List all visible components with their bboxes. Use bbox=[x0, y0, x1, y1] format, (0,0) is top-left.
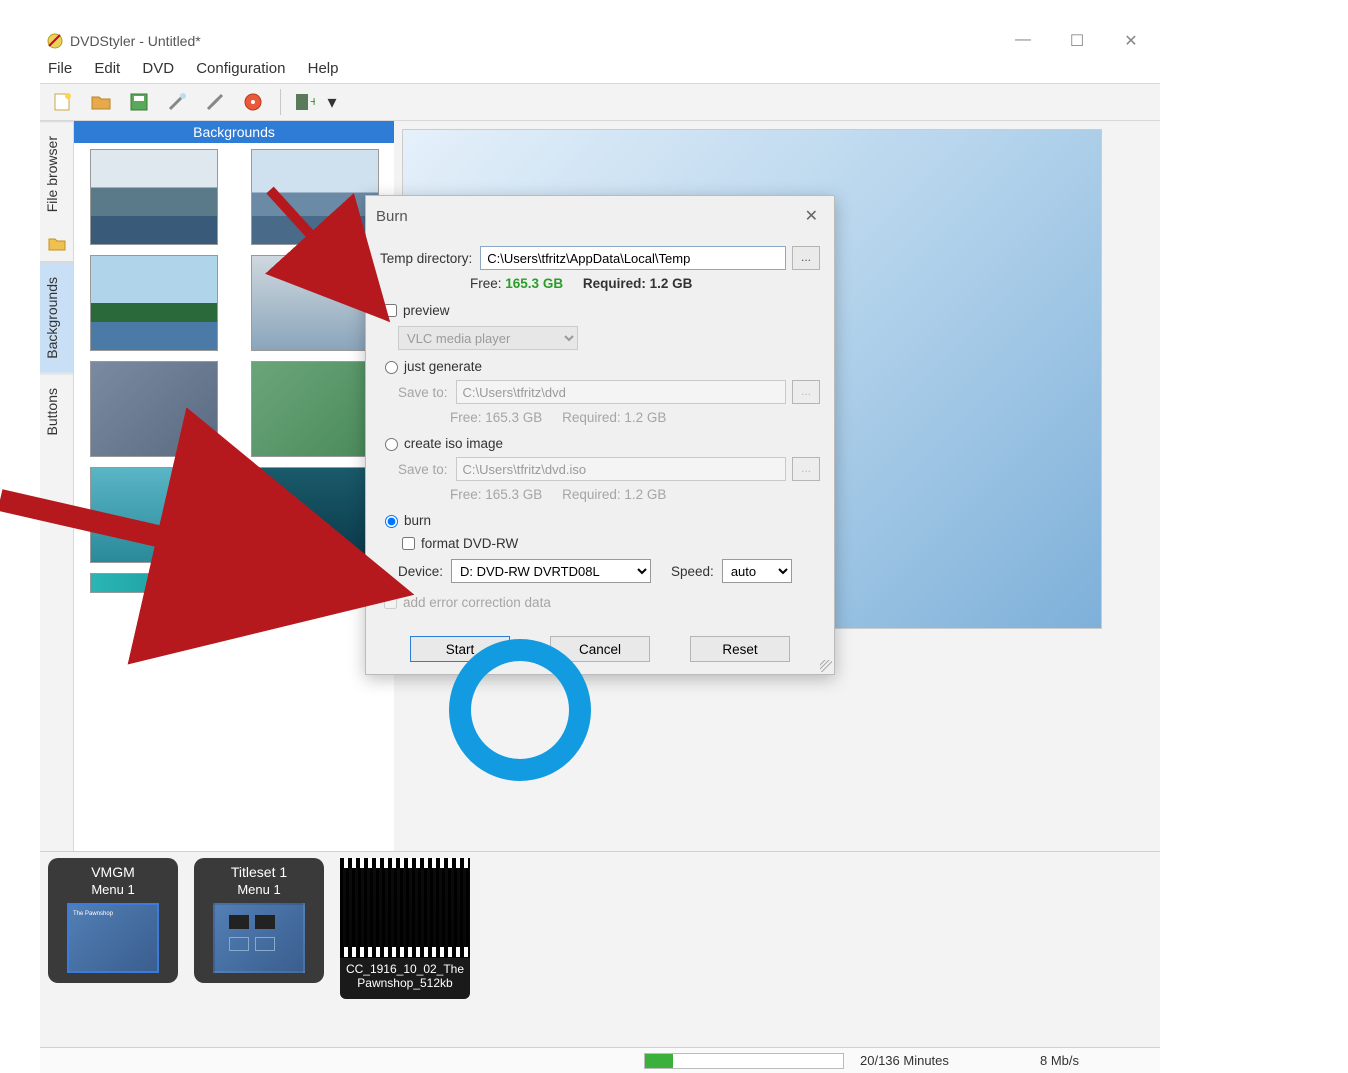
burn-icon[interactable] bbox=[236, 87, 270, 117]
toolbar: + ▾ bbox=[40, 83, 1160, 121]
burn-dialog: Burn ✕ Temp directory: ... Free: 165.3 G… bbox=[365, 195, 835, 675]
tab-folder-icon[interactable] bbox=[40, 226, 73, 262]
background-thumb[interactable] bbox=[90, 149, 218, 245]
menu-edit[interactable]: Edit bbox=[94, 60, 120, 77]
status-bitrate: 8 Mb/s bbox=[1040, 1053, 1160, 1068]
dropdown-arrow-icon[interactable]: ▾ bbox=[325, 87, 339, 117]
menu-dvd[interactable]: DVD bbox=[142, 60, 174, 77]
iso-path-input bbox=[456, 457, 786, 481]
jg-path-input bbox=[456, 380, 786, 404]
window-title: DVDStyler - Untitled* bbox=[70, 33, 1010, 49]
new-icon[interactable] bbox=[46, 87, 80, 117]
tab-file-browser[interactable]: File browser bbox=[40, 121, 73, 226]
jg-saveto-label: Save to: bbox=[398, 385, 448, 400]
background-thumb[interactable] bbox=[90, 255, 218, 351]
menubar: File Edit DVD Configuration Help bbox=[40, 56, 1160, 83]
cancel-button[interactable]: Cancel bbox=[550, 636, 650, 662]
background-thumb[interactable] bbox=[251, 467, 379, 563]
create-iso-radio[interactable] bbox=[385, 438, 398, 451]
device-label: Device: bbox=[398, 564, 443, 579]
resize-grip-icon[interactable] bbox=[820, 660, 832, 672]
speed-label: Speed: bbox=[671, 564, 714, 579]
vmgm-card[interactable]: VMGM Menu 1 The Pawnshop bbox=[48, 858, 178, 983]
clip-thumb bbox=[340, 858, 470, 958]
titleset-thumb bbox=[213, 903, 305, 973]
wizard-icon[interactable] bbox=[160, 87, 194, 117]
side-tabs: File browser Backgrounds Buttons bbox=[40, 121, 74, 851]
add-clip-icon[interactable]: + bbox=[287, 87, 321, 117]
background-thumb[interactable] bbox=[90, 467, 218, 563]
backgrounds-header: Backgrounds bbox=[74, 121, 394, 143]
background-thumb[interactable] bbox=[251, 255, 379, 351]
dialog-title: Burn bbox=[376, 208, 408, 225]
clip-name: CC_1916_10_02_ThePawnshop_512kb bbox=[340, 958, 470, 995]
statusbar: 20/136 Minutes 8 Mb/s bbox=[40, 1047, 1160, 1073]
app-icon bbox=[46, 32, 64, 50]
titleset-title: Titleset 1 bbox=[198, 864, 320, 880]
create-iso-label: create iso image bbox=[404, 436, 503, 451]
background-thumb[interactable] bbox=[90, 361, 218, 457]
disc-usage-bar bbox=[644, 1053, 844, 1069]
preview-label: preview bbox=[403, 303, 450, 318]
jg-free: Free: 165.3 GB bbox=[450, 410, 542, 425]
backgrounds-list[interactable] bbox=[74, 143, 394, 851]
clip-card[interactable]: CC_1916_10_02_ThePawnshop_512kb bbox=[340, 858, 470, 999]
ecc-checkbox bbox=[384, 596, 397, 609]
menu-configuration[interactable]: Configuration bbox=[196, 60, 285, 77]
temp-dir-browse-button[interactable]: ... bbox=[792, 246, 820, 270]
start-button[interactable]: Start bbox=[410, 636, 510, 662]
tools-icon[interactable] bbox=[198, 87, 232, 117]
preview-player-select: VLC media player bbox=[398, 326, 578, 350]
format-dvdrw-label: format DVD-RW bbox=[421, 536, 518, 551]
iso-req: Required: 1.2 GB bbox=[562, 487, 666, 502]
background-thumb[interactable] bbox=[90, 573, 218, 593]
vmgm-title: VMGM bbox=[52, 864, 174, 880]
ecc-label: add error correction data bbox=[403, 595, 551, 610]
burn-option-label: burn bbox=[404, 513, 431, 528]
device-select[interactable]: D: DVD-RW DVRTD08L bbox=[451, 559, 651, 583]
iso-saveto-label: Save to: bbox=[398, 462, 448, 477]
menu-help[interactable]: Help bbox=[308, 60, 339, 77]
jg-req: Required: 1.2 GB bbox=[562, 410, 666, 425]
just-generate-radio[interactable] bbox=[385, 361, 398, 374]
minimize-button[interactable]: — bbox=[1010, 31, 1036, 51]
backgrounds-panel: Backgrounds bbox=[74, 121, 394, 851]
reset-button[interactable]: Reset bbox=[690, 636, 790, 662]
background-thumb[interactable] bbox=[251, 573, 379, 593]
status-time: 20/136 Minutes bbox=[860, 1053, 1040, 1068]
svg-text:+: + bbox=[310, 93, 315, 109]
format-dvdrw-checkbox[interactable] bbox=[402, 537, 415, 550]
maximize-button[interactable]: ☐ bbox=[1064, 31, 1090, 51]
iso-browse-button: ... bbox=[792, 457, 820, 481]
open-icon[interactable] bbox=[84, 87, 118, 117]
titleset-menu-label: Menu 1 bbox=[198, 882, 320, 897]
free-label: Free: bbox=[470, 276, 502, 291]
temp-dir-input[interactable] bbox=[480, 246, 786, 270]
dialog-close-icon[interactable]: ✕ bbox=[799, 204, 824, 228]
temp-dir-label: Temp directory: bbox=[380, 251, 472, 266]
iso-free: Free: 165.3 GB bbox=[450, 487, 542, 502]
disc-usage-fill bbox=[645, 1054, 673, 1068]
close-button[interactable]: ✕ bbox=[1118, 31, 1144, 51]
background-thumb[interactable] bbox=[251, 149, 379, 245]
speed-select[interactable]: auto bbox=[722, 559, 792, 583]
jg-browse-button: ... bbox=[792, 380, 820, 404]
required-label: Required: bbox=[583, 276, 646, 291]
save-icon[interactable] bbox=[122, 87, 156, 117]
preview-checkbox[interactable] bbox=[384, 304, 397, 317]
timeline-strip: VMGM Menu 1 The Pawnshop Titleset 1 Menu… bbox=[40, 851, 1160, 1047]
background-thumb[interactable] bbox=[251, 361, 379, 457]
tab-backgrounds[interactable]: Backgrounds bbox=[40, 262, 73, 373]
titleset-card[interactable]: Titleset 1 Menu 1 bbox=[194, 858, 324, 983]
vmgm-thumb: The Pawnshop bbox=[67, 903, 159, 973]
required-value: 1.2 GB bbox=[650, 276, 693, 291]
just-generate-label: just generate bbox=[404, 359, 482, 374]
titlebar: DVDStyler - Untitled* — ☐ ✕ bbox=[40, 26, 1160, 56]
free-value: 165.3 GB bbox=[505, 276, 563, 291]
menu-file[interactable]: File bbox=[48, 60, 72, 77]
burn-radio[interactable] bbox=[385, 515, 398, 528]
vmgm-menu-label: Menu 1 bbox=[52, 882, 174, 897]
tab-buttons[interactable]: Buttons bbox=[40, 373, 73, 449]
toolbar-separator bbox=[280, 89, 281, 115]
